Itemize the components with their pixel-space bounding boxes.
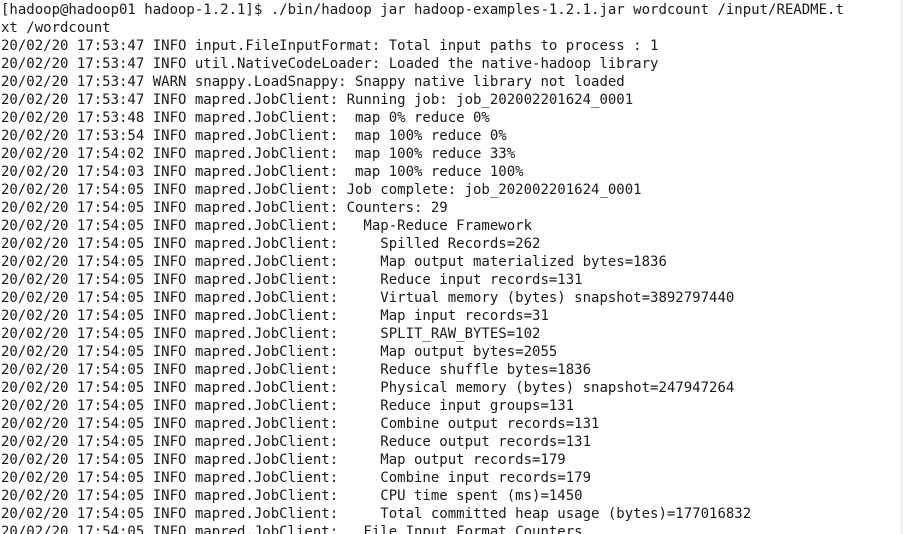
terminal-line: 20/02/20 17:54:05 INFO mapred.JobClient:… — [1, 326, 541, 342]
terminal-line: 20/02/20 17:54:05 INFO mapred.JobClient:… — [1, 488, 583, 504]
terminal-line: 20/02/20 17:53:47 WARN snappy.LoadSnappy… — [1, 74, 625, 90]
terminal-line: 20/02/20 17:54:05 INFO mapred.JobClient:… — [1, 254, 667, 270]
terminal-line: 20/02/20 17:54:05 INFO mapred.JobClient:… — [1, 200, 448, 216]
terminal-line: 20/02/20 17:54:05 INFO mapred.JobClient:… — [1, 218, 533, 234]
terminal-line: 20/02/20 17:54:03 INFO mapred.JobClient:… — [1, 164, 524, 180]
terminal-line: 20/02/20 17:54:05 INFO mapred.JobClient:… — [1, 182, 642, 198]
terminal-line: 20/02/20 17:54:05 INFO mapred.JobClient:… — [1, 272, 583, 288]
terminal-line: 20/02/20 17:54:05 INFO mapred.JobClient:… — [1, 470, 592, 486]
terminal-line: 20/02/20 17:54:05 INFO mapred.JobClient:… — [1, 308, 549, 324]
terminal-line: [hadoop@hadoop01 hadoop-1.2.1]$ ./bin/ha… — [1, 2, 844, 18]
terminal-line: 20/02/20 17:54:05 INFO mapred.JobClient:… — [1, 290, 735, 306]
terminal-line: 20/02/20 17:54:02 INFO mapred.JobClient:… — [1, 146, 516, 162]
terminal-line: 20/02/20 17:54:05 INFO mapred.JobClient:… — [1, 236, 541, 252]
terminal-line: 20/02/20 17:54:05 INFO mapred.JobClient:… — [1, 416, 600, 432]
terminal-line: 20/02/20 17:54:05 INFO mapred.JobClient:… — [1, 362, 592, 378]
terminal-output[interactable]: [hadoop@hadoop01 hadoop-1.2.1]$ ./bin/ha… — [0, 0, 903, 534]
terminal-line: 20/02/20 17:54:05 INFO mapred.JobClient:… — [1, 452, 566, 468]
terminal-line: 20/02/20 17:54:05 INFO mapred.JobClient:… — [1, 506, 752, 522]
terminal-line: 20/02/20 17:53:47 INFO input.FileInputFo… — [1, 38, 659, 54]
terminal-line: 20/02/20 17:54:05 INFO mapred.JobClient:… — [1, 398, 575, 414]
terminal-line: 20/02/20 17:54:05 INFO mapred.JobClient:… — [1, 524, 583, 534]
terminal-line: 20/02/20 17:53:48 INFO mapred.JobClient:… — [1, 110, 490, 126]
terminal-line: 20/02/20 17:53:54 INFO mapred.JobClient:… — [1, 128, 507, 144]
terminal-line: 20/02/20 17:53:47 INFO mapred.JobClient:… — [1, 92, 634, 108]
terminal-line: 20/02/20 17:53:47 INFO util.NativeCodeLo… — [1, 56, 659, 72]
terminal-line: xt /wordcount — [1, 20, 111, 36]
terminal-line: 20/02/20 17:54:05 INFO mapred.JobClient:… — [1, 380, 735, 396]
terminal-line: 20/02/20 17:54:05 INFO mapred.JobClient:… — [1, 344, 558, 360]
terminal-line: 20/02/20 17:54:05 INFO mapred.JobClient:… — [1, 434, 592, 450]
